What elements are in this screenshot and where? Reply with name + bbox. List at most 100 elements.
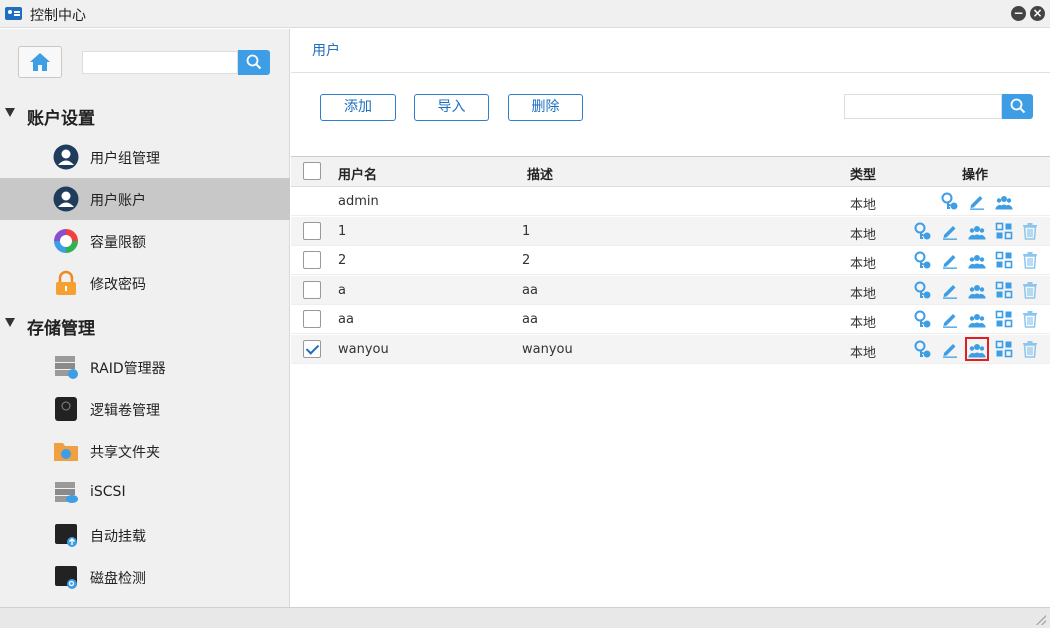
group-account-settings[interactable]: 账户设置	[0, 95, 290, 135]
permissions-icon[interactable]	[995, 310, 1013, 328]
user-group-assign-icon[interactable]	[968, 281, 986, 299]
window-title: 控制中心	[30, 8, 86, 24]
edit-icon[interactable]	[941, 340, 959, 358]
column-username[interactable]: 用户名	[338, 164, 377, 183]
edit-icon[interactable]	[941, 222, 959, 240]
delete-button[interactable]: 删除	[508, 94, 583, 121]
cell-username: aa	[338, 312, 354, 327]
cell-type: 本地	[850, 286, 877, 302]
row-checkbox[interactable]	[303, 339, 321, 358]
user-group-assign-icon[interactable]	[995, 192, 1013, 210]
cell-type: 本地	[850, 198, 877, 213]
breadcrumb[interactable]: 用户	[312, 40, 340, 60]
sidebar-item-automount[interactable]: 自动挂载	[0, 514, 290, 556]
sidebar-item-user-accounts[interactable]: 用户账户	[0, 178, 290, 220]
cell-description: aa	[522, 312, 538, 327]
permissions-icon[interactable]	[995, 281, 1013, 299]
quota-icon	[54, 229, 78, 253]
add-button[interactable]: 添加	[320, 94, 396, 121]
table-row[interactable]: aa aa 本地	[291, 305, 1050, 334]
sidebar-item-disk-check[interactable]: 磁盘检测	[0, 556, 290, 598]
table-row[interactable]: admin 本地	[291, 187, 1050, 216]
trash-icon[interactable]	[1021, 310, 1039, 328]
cell-username: 1	[338, 223, 347, 239]
cell-type: 本地	[850, 227, 877, 243]
user-group-icon	[53, 144, 79, 170]
cell-username: admin	[338, 194, 379, 209]
sidebar-search-input[interactable]	[82, 51, 238, 74]
volume-icon	[55, 397, 77, 421]
cell-description: 2	[522, 253, 531, 268]
cell-description: aa	[522, 282, 538, 298]
edit-icon[interactable]	[941, 251, 959, 269]
cell-username: wanyou	[338, 341, 389, 357]
permissions-icon[interactable]	[995, 251, 1013, 269]
cell-description: wanyou	[522, 341, 573, 357]
user-group-assign-icon[interactable]	[968, 251, 986, 269]
column-type[interactable]: 类型	[850, 164, 876, 183]
sidebar-item-iscsi[interactable]: iSCSI	[0, 472, 290, 514]
row-checkbox[interactable]	[303, 221, 321, 240]
import-button[interactable]: 导入	[414, 94, 489, 121]
reset-password-icon[interactable]	[913, 251, 931, 269]
close-button[interactable]: ×	[1030, 6, 1045, 21]
user-group-assign-icon[interactable]	[965, 336, 989, 361]
user-search-button[interactable]	[1002, 94, 1033, 119]
search-icon	[1010, 98, 1026, 114]
cell-username: a	[338, 282, 346, 298]
group-storage-management[interactable]: 存储管理	[0, 305, 290, 345]
title-bar: 控制中心 − ×	[0, 0, 1050, 28]
home-button[interactable]	[18, 46, 62, 78]
minimize-button[interactable]: −	[1011, 6, 1026, 21]
table-row[interactable]: 2 2 本地	[291, 246, 1050, 275]
edit-icon[interactable]	[941, 310, 959, 328]
reset-password-icon[interactable]	[913, 340, 931, 358]
column-description[interactable]: 描述	[527, 164, 553, 183]
disk-check-icon	[55, 566, 77, 589]
row-checkbox[interactable]	[303, 251, 321, 269]
row-checkbox[interactable]	[303, 280, 321, 299]
edit-icon[interactable]	[968, 192, 986, 210]
raid-icon	[55, 356, 78, 379]
row-checkbox[interactable]	[303, 310, 321, 328]
resize-grip[interactable]	[1036, 615, 1046, 625]
trash-icon[interactable]	[1021, 251, 1039, 269]
search-icon	[246, 54, 262, 70]
status-bar	[0, 607, 1050, 628]
sidebar-item-shared-folder[interactable]: 共享文件夹	[0, 430, 290, 472]
permissions-icon[interactable]	[995, 340, 1013, 358]
iscsi-icon	[55, 482, 78, 503]
collapse-arrow-icon	[5, 108, 15, 117]
reset-password-icon[interactable]	[940, 192, 958, 210]
automount-icon	[55, 524, 77, 547]
user-group-assign-icon[interactable]	[968, 310, 986, 328]
user-account-icon	[53, 186, 79, 212]
cell-type: 本地	[850, 345, 877, 361]
sidebar-item-user-groups[interactable]: 用户组管理	[0, 136, 290, 178]
reset-password-icon[interactable]	[913, 310, 931, 328]
sidebar-item-change-password[interactable]: 修改密码	[0, 262, 290, 304]
table-row[interactable]: wanyou wanyou 本地	[291, 334, 1050, 364]
trash-icon[interactable]	[1021, 281, 1039, 299]
table-row[interactable]: 1 1 本地	[291, 216, 1050, 246]
user-group-assign-icon[interactable]	[968, 222, 986, 240]
trash-icon[interactable]	[1021, 340, 1039, 358]
control-center-icon	[5, 7, 22, 20]
reset-password-icon[interactable]	[913, 222, 931, 240]
table-header: 用户名 描述 类型 操作	[291, 156, 1050, 187]
collapse-arrow-icon	[5, 318, 15, 327]
permissions-icon[interactable]	[995, 222, 1013, 240]
column-actions: 操作	[962, 168, 989, 183]
cell-type: 本地	[850, 257, 877, 272]
home-icon	[30, 53, 50, 71]
sidebar-item-raid[interactable]: RAID管理器	[0, 346, 290, 388]
table-row[interactable]: a aa 本地	[291, 275, 1050, 305]
sidebar-item-quota[interactable]: 容量限额	[0, 220, 290, 262]
select-all-checkbox[interactable]	[303, 162, 321, 180]
sidebar-search-button[interactable]	[238, 50, 270, 75]
edit-icon[interactable]	[941, 281, 959, 299]
sidebar-item-logical-volume[interactable]: 逻辑卷管理	[0, 388, 290, 430]
trash-icon[interactable]	[1021, 222, 1039, 240]
reset-password-icon[interactable]	[913, 281, 931, 299]
user-search-input[interactable]	[844, 94, 1002, 119]
